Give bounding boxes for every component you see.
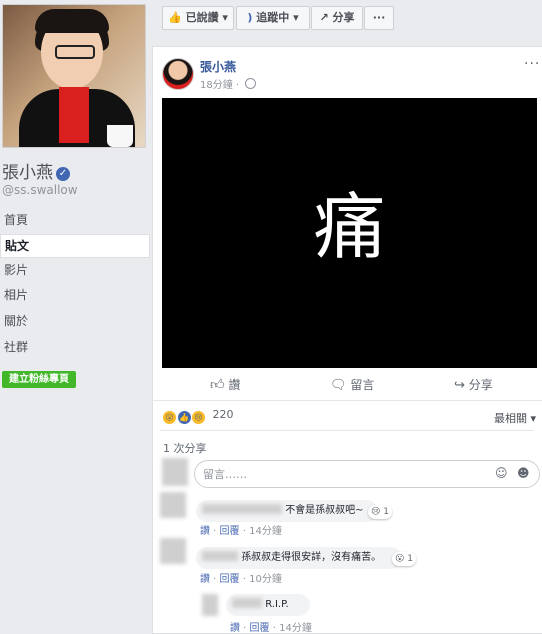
comment-text: 孫叔叔走得很安詳，沒有痛苦。 (241, 552, 382, 563)
comment-bubble: R.I.P. (226, 594, 310, 616)
comment-time[interactable]: 14分鐘 (279, 623, 312, 634)
following-button-label: 追蹤中 (256, 11, 290, 24)
like-action-label: 讚 (228, 378, 241, 392)
share-count[interactable]: 1 次分享 (163, 440, 207, 456)
chevron-down-icon: ▾ (222, 11, 228, 24)
reaction-count: 220 (212, 408, 234, 421)
globe-icon (245, 78, 257, 89)
share-page-button[interactable]: ↗ 分享 (311, 6, 363, 30)
post-options-icon[interactable]: ··· (524, 56, 540, 72)
more-options-button[interactable]: ··· (364, 6, 394, 30)
post-time-text: 18分鐘 (200, 80, 233, 91)
comment-bubble: 孫叔叔走得很安詳，沒有痛苦。 (196, 547, 402, 569)
profile-fringe (35, 9, 109, 33)
nav-item-videos[interactable]: 影片 (0, 259, 148, 281)
liked-button[interactable]: 👍 已說讚 ▾ (162, 6, 234, 30)
sticker-icon[interactable]: ☻ (517, 466, 531, 480)
author-avatar[interactable] (162, 58, 194, 90)
comment-meta: 讚 · 回覆 · 14分鐘 (200, 526, 282, 537)
chevron-down-icon: ▾ (293, 11, 299, 24)
sort-label: 最相關 (494, 412, 527, 425)
comment-action-label: 留言 (350, 378, 375, 392)
nav-item-photos[interactable]: 相片 (0, 284, 148, 306)
comment-bubble: 不會是孫叔叔吧~ (196, 500, 378, 522)
verified-badge-icon: ✓ (56, 167, 70, 181)
comment-time[interactable]: 14分鐘 (249, 526, 282, 537)
like-action-button[interactable]: 👍︎ 讚 (210, 376, 240, 393)
comment-placeholder: 留言…… (203, 468, 247, 481)
sort-comments-dropdown[interactable]: 最相關 ▾ (494, 410, 536, 426)
page-handle[interactable]: @ss.swallow (2, 183, 78, 197)
comment-text: R.I.P. (265, 599, 289, 610)
commenter-name-blurred[interactable] (232, 598, 262, 608)
profile-picture[interactable] (2, 4, 146, 148)
comment-reaction-count: 1 (383, 507, 389, 517)
page-name: 張小燕 ✓ (2, 158, 70, 183)
share-arrow-icon: ↪ (454, 378, 465, 393)
sad-reaction-icon: 😢 (192, 411, 205, 424)
commenter-avatar (162, 458, 188, 486)
commenter-name-blurred[interactable] (202, 551, 238, 561)
profile-glasses (55, 45, 95, 59)
thumbs-up-icon: 👍 (168, 11, 182, 24)
nav-item-posts[interactable]: 貼文 (0, 234, 150, 258)
comment-reply-link[interactable]: 回覆 (220, 526, 240, 537)
post-author-name[interactable]: 張小燕 (200, 58, 236, 75)
nav-item-home[interactable]: 首頁 (0, 209, 148, 231)
comment-avatar[interactable] (160, 538, 186, 564)
share-action-button[interactable]: ↪ 分享 (454, 376, 493, 393)
following-button[interactable]: ) 追蹤中 ▾ (236, 6, 310, 30)
nav-item-community[interactable]: 社群 (0, 336, 148, 358)
emoji-icon[interactable]: ☺ (495, 466, 509, 480)
comment-avatar[interactable] (160, 492, 186, 518)
comment-meta: 讚 · 回覆 · 10分鐘 (200, 574, 282, 585)
speech-bubble-icon: 🗨︎ (330, 378, 347, 393)
commenter-name-blurred[interactable] (202, 504, 282, 514)
page-name-text: 張小燕 (2, 163, 53, 183)
post-image[interactable]: 痛 (162, 98, 537, 368)
comment-input[interactable]: 留言…… ☺ ☻ (194, 460, 540, 488)
share-action-label: 分享 (468, 378, 493, 392)
caret-down-icon: ▾ (530, 412, 537, 425)
divider (160, 430, 534, 431)
comment-reaction-count: 1 (407, 554, 413, 564)
comment-reaction[interactable]: 😮 1 (392, 552, 416, 566)
like-reaction-icon: 👍 (177, 411, 191, 424)
nav-item-about[interactable]: 關於 (0, 310, 148, 332)
thumbs-up-outline-icon: 👍︎ (210, 377, 225, 393)
liked-button-label: 已說讚 (185, 11, 219, 24)
profile-scarf (59, 87, 89, 143)
share-arrow-icon: ↗ (319, 11, 329, 24)
rss-icon: ) (247, 11, 253, 24)
create-page-button[interactable]: 建立粉絲專頁 (2, 371, 76, 388)
post-image-text: 痛 (313, 185, 386, 269)
comment-like-link[interactable]: 讚 (230, 623, 240, 634)
comment-text: 不會是孫叔叔吧~ (285, 505, 364, 516)
comment-reply-link[interactable]: 回覆 (220, 574, 240, 585)
comment-action-button[interactable]: 🗨︎ 留言 (330, 376, 374, 393)
comment-like-link[interactable]: 讚 (200, 526, 210, 537)
share-page-button-label: 分享 (332, 11, 355, 24)
reaction-summary[interactable]: 😮 👍 😢 220 (163, 408, 234, 424)
comment-like-link[interactable]: 讚 (200, 574, 210, 585)
comment-time[interactable]: 10分鐘 (249, 574, 282, 585)
wow-reaction-icon: 😮 (395, 554, 405, 564)
comment-reaction[interactable]: 😢 1 (368, 505, 392, 519)
post-timestamp[interactable]: 18分鐘 · (200, 76, 257, 91)
comment-avatar[interactable] (202, 594, 218, 616)
divider (152, 400, 542, 401)
sad-reaction-icon: 😢 (371, 507, 381, 517)
wow-reaction-icon: 😮 (163, 411, 176, 424)
profile-cup (107, 125, 133, 147)
comment-reply-link[interactable]: 回覆 (250, 623, 270, 634)
